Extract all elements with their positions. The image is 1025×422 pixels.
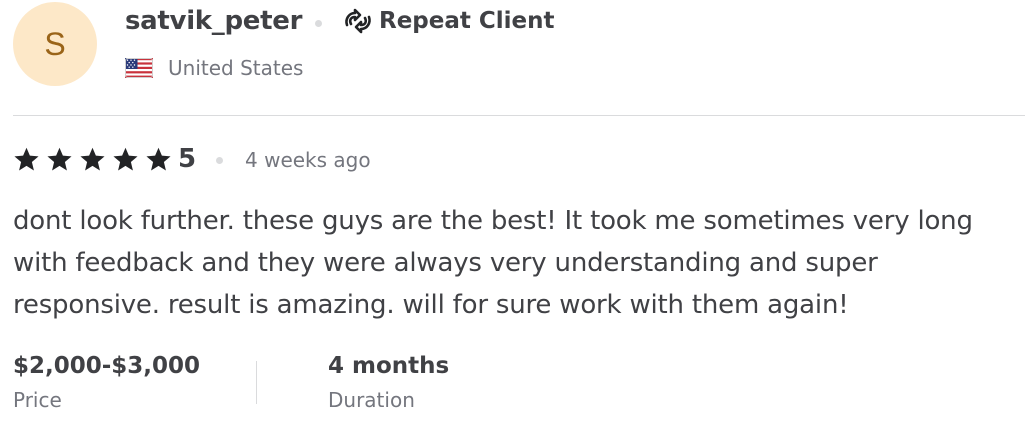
repeat-icon — [345, 8, 371, 34]
divider — [13, 115, 1025, 116]
us-flag-icon — [125, 58, 153, 78]
separator-dot — [315, 20, 322, 27]
reviewer-country: United States — [125, 56, 303, 80]
star-icon — [14, 147, 39, 171]
star-icon — [146, 147, 171, 171]
duration-label: Duration — [328, 388, 415, 412]
price-info: $2,000-$3,000 Price — [13, 350, 200, 412]
star-rating: 5 — [13, 144, 196, 174]
review-text: dont look further. these guys are the be… — [13, 206, 973, 320]
vertical-divider — [256, 361, 257, 404]
repeat-client-badge: Repeat Client — [343, 7, 555, 35]
review-time: 4 weeks ago — [245, 148, 371, 172]
star-icon — [80, 147, 105, 171]
reviewer-username[interactable]: satvik_peter — [125, 6, 302, 36]
price-label: Price — [13, 388, 62, 412]
country-label: United States — [168, 56, 304, 80]
repeat-client-label: Repeat Client — [379, 8, 555, 34]
star-icon — [113, 147, 138, 171]
avatar[interactable]: S — [13, 2, 97, 86]
review-card: S satvik_peter Repeat Client United Stat… — [0, 0, 1025, 422]
star-icon — [47, 147, 72, 171]
duration-value: 4 months — [328, 353, 450, 379]
rating-value: 5 — [178, 144, 197, 174]
avatar-initial: S — [44, 25, 66, 62]
duration-info: 4 months Duration — [328, 350, 449, 412]
separator-dot — [216, 157, 223, 164]
price-value: $2,000-$3,000 — [13, 353, 201, 379]
